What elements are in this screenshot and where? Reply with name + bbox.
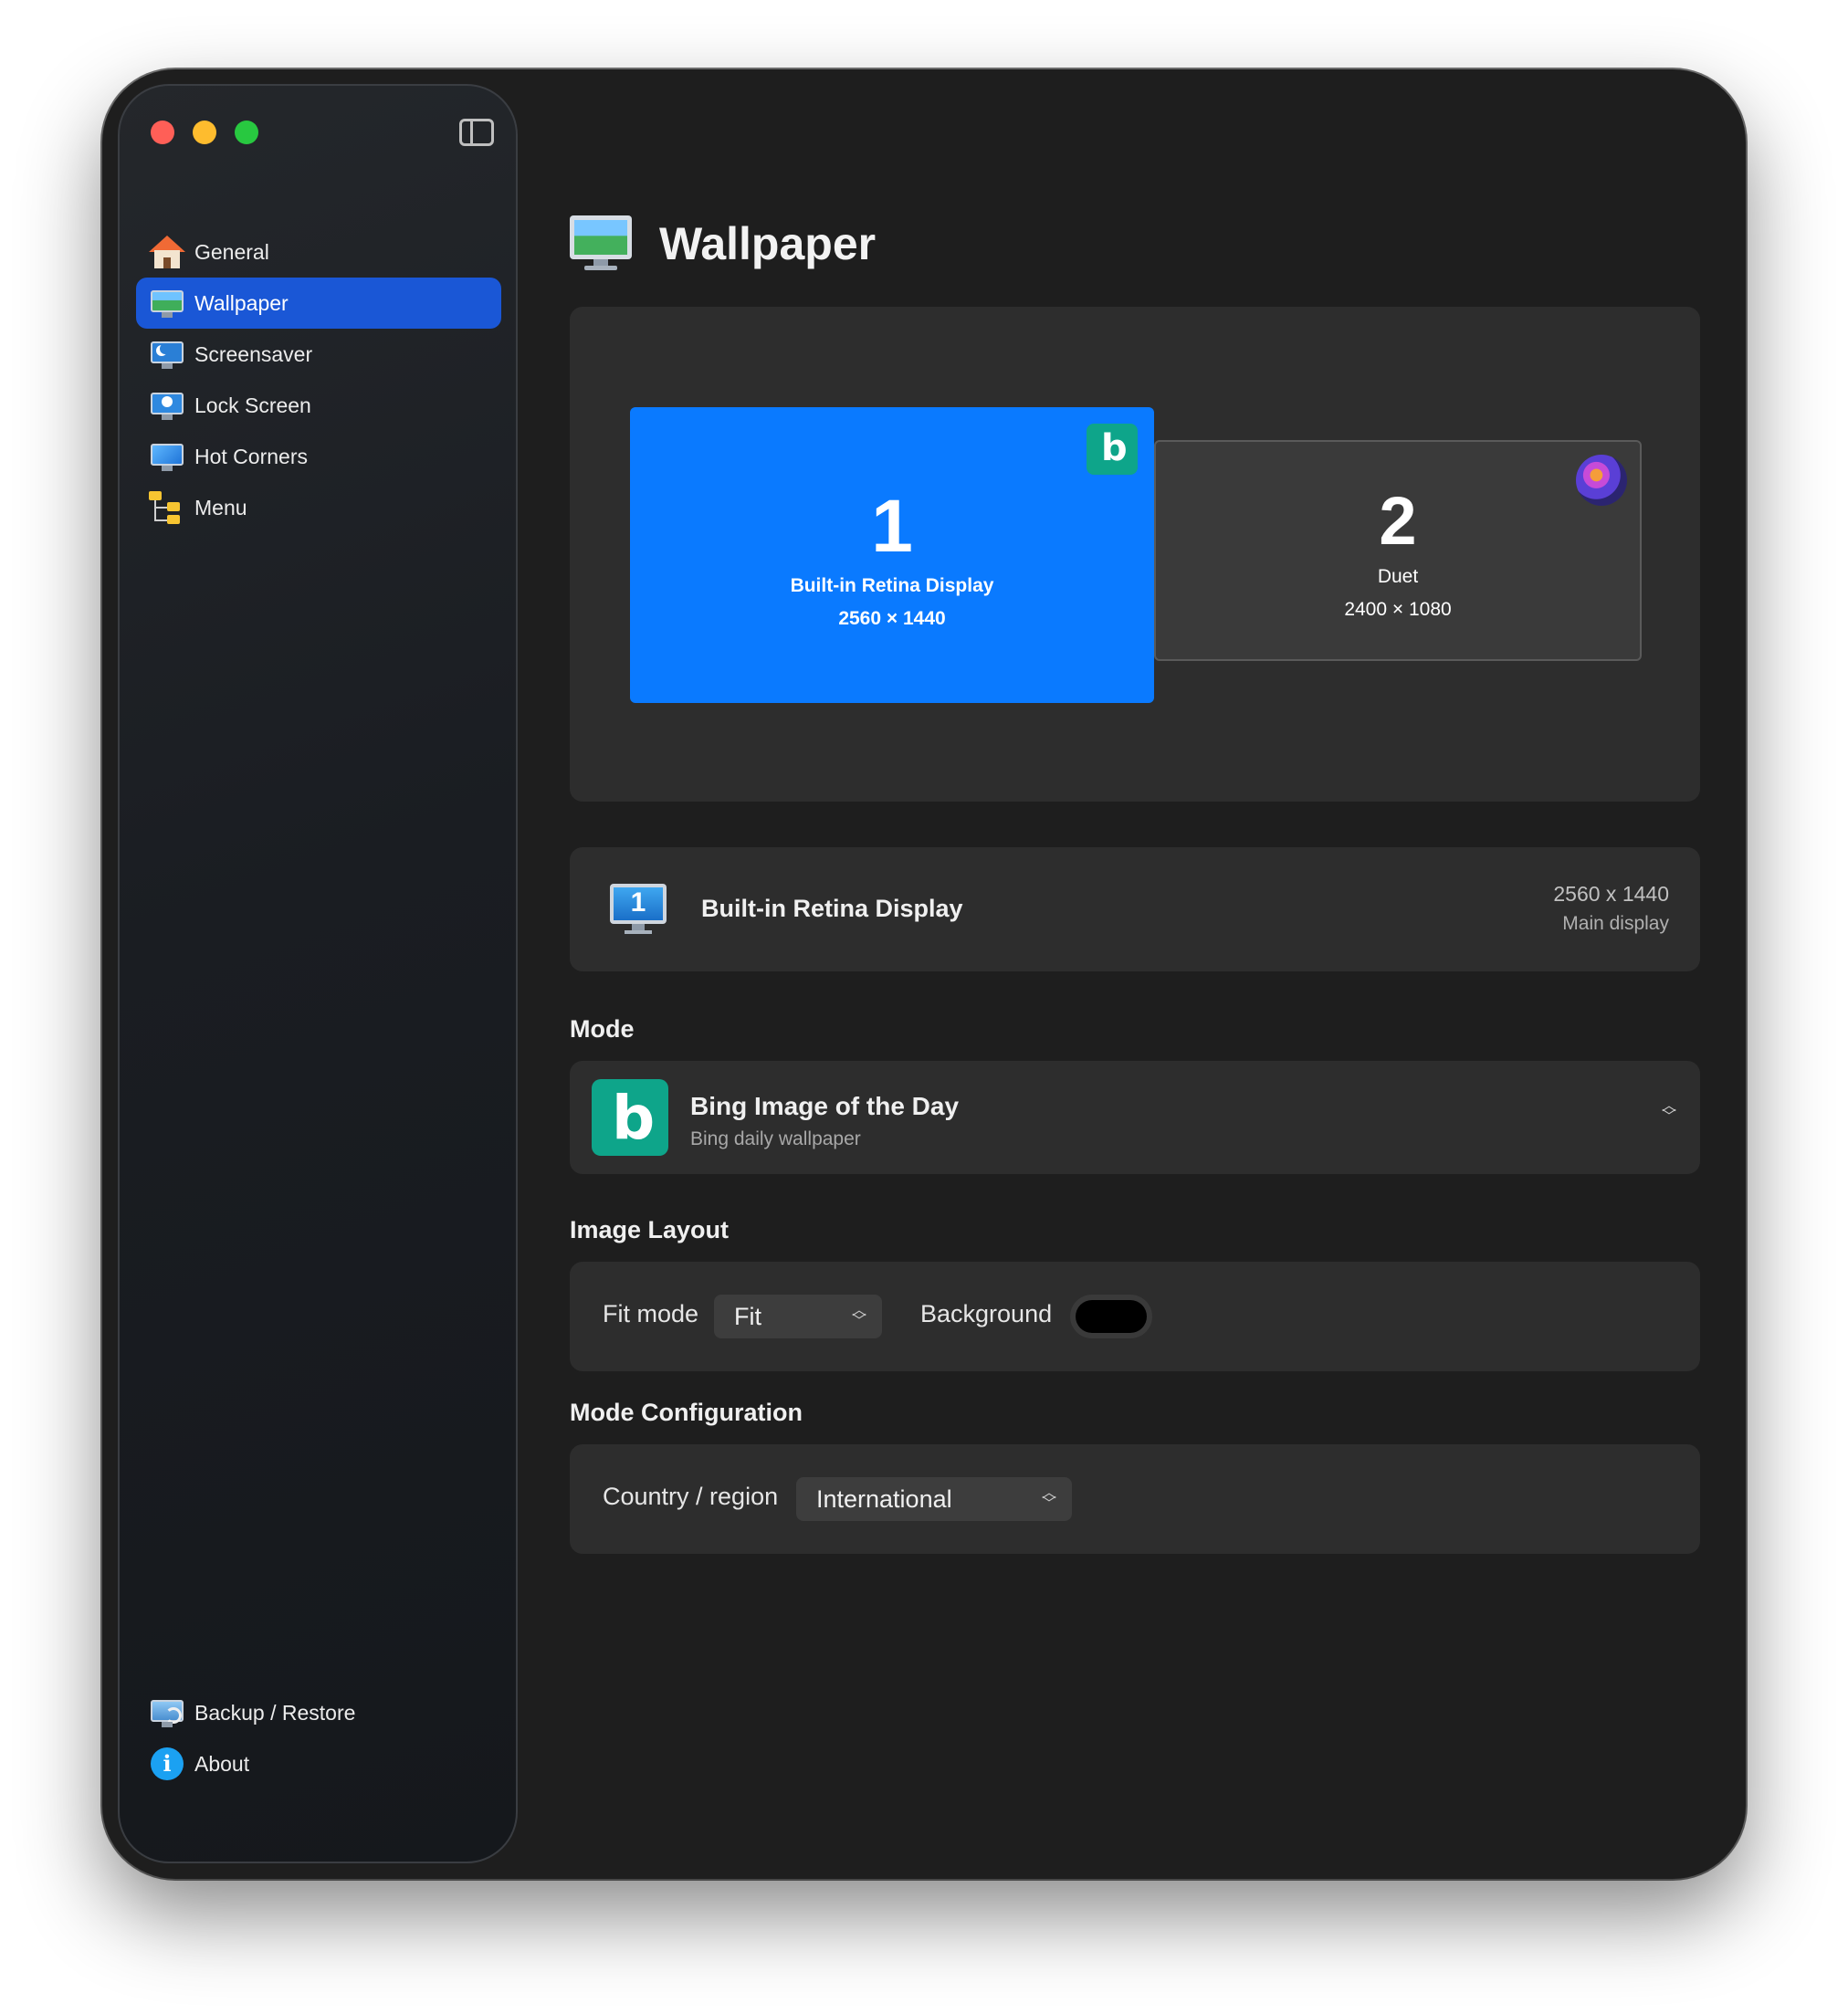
info-icon: i bbox=[149, 1746, 185, 1782]
wallpaper-monitor-icon bbox=[570, 215, 632, 272]
sidebar-item-lock-screen[interactable]: Lock Screen bbox=[136, 380, 501, 431]
sidebar: General Wallpaper Screensaver Lock Scree… bbox=[118, 84, 518, 1863]
display-1-monitor-icon: 1 bbox=[610, 884, 667, 935]
mode-configuration-section-label: Mode Configuration bbox=[570, 1399, 803, 1426]
galaxy-icon bbox=[1576, 455, 1627, 506]
display-number: 2 bbox=[1379, 483, 1417, 559]
sidebar-item-wallpaper[interactable]: Wallpaper bbox=[136, 278, 501, 329]
mode-title: Bing Image of the Day bbox=[690, 1092, 960, 1120]
country-region-select[interactable]: International ︿ ﹀ bbox=[796, 1477, 1072, 1521]
country-region-value: International bbox=[816, 1485, 952, 1513]
display-tile-2[interactable]: 2 Duet 2400 × 1080 bbox=[1154, 440, 1642, 661]
sidebar-nav: General Wallpaper Screensaver Lock Scree… bbox=[136, 226, 501, 533]
sidebar-item-label: Wallpaper bbox=[194, 290, 289, 315]
sidebar-item-label: Backup / Restore bbox=[194, 1700, 356, 1725]
display-tile-1[interactable]: b 1 Built-in Retina Display 2560 × 1440 bbox=[630, 407, 1154, 703]
image-layout-section-label: Image Layout bbox=[570, 1216, 730, 1243]
toggle-sidebar-icon[interactable] bbox=[459, 119, 494, 146]
fit-mode-value: Fit bbox=[734, 1303, 761, 1330]
chevron-up-down-icon: ︿ ﹀ bbox=[1661, 1098, 1676, 1125]
sidebar-bottom-nav: Backup / Restore i About bbox=[136, 1687, 501, 1789]
sidebar-item-label: General bbox=[194, 239, 269, 264]
mode-subtitle: Bing daily wallpaper bbox=[690, 1128, 861, 1149]
sidebar-item-menu[interactable]: Menu bbox=[136, 482, 501, 533]
display-resolution: 2560 x 1440 bbox=[1553, 882, 1669, 906]
sidebar-item-backup-restore[interactable]: Backup / Restore bbox=[136, 1687, 501, 1738]
menu-folders-icon bbox=[149, 489, 185, 526]
country-region-label: Country / region bbox=[603, 1483, 779, 1510]
display-resolution: 2400 × 1080 bbox=[1344, 599, 1452, 620]
sidebar-item-label: Screensaver bbox=[194, 341, 313, 366]
sidebar-item-label: About bbox=[194, 1751, 250, 1776]
page-title: Wallpaper bbox=[659, 218, 877, 269]
mode-section-label: Mode bbox=[570, 1015, 635, 1043]
settings-window: General Wallpaper Screensaver Lock Scree… bbox=[102, 69, 1746, 1879]
backup-restore-icon bbox=[149, 1694, 185, 1731]
sidebar-item-about[interactable]: i About bbox=[136, 1738, 501, 1789]
sidebar-item-label: Lock Screen bbox=[194, 393, 311, 417]
zoom-window-button[interactable] bbox=[235, 121, 258, 144]
display-name: Duet bbox=[1377, 566, 1419, 587]
minimize-window-button[interactable] bbox=[193, 121, 216, 144]
sidebar-item-screensaver[interactable]: Screensaver bbox=[136, 329, 501, 380]
image-layout-panel: Fit mode Fit ︿ ﹀ Background bbox=[570, 1262, 1700, 1371]
background-color-well[interactable] bbox=[1070, 1295, 1152, 1338]
bing-icon: b bbox=[592, 1079, 668, 1156]
close-window-button[interactable] bbox=[151, 121, 174, 144]
display-number: 1 bbox=[871, 485, 913, 568]
sidebar-item-label: Menu bbox=[194, 495, 247, 519]
main-content: Wallpaper b 1 Built-in Retina Display 25… bbox=[570, 69, 1711, 1879]
mode-configuration-panel: Country / region International ︿ ﹀ bbox=[570, 1444, 1700, 1554]
sidebar-item-hot-corners[interactable]: Hot Corners bbox=[136, 431, 501, 482]
sidebar-item-label: Hot Corners bbox=[194, 444, 308, 468]
display-resolution: 2560 × 1440 bbox=[838, 608, 946, 629]
bing-icon: b bbox=[1087, 424, 1138, 475]
chevron-up-down-icon: ︿ ﹀ bbox=[851, 1303, 866, 1329]
mode-selector[interactable]: b Bing Image of the Day Bing daily wallp… bbox=[570, 1061, 1700, 1174]
chevron-up-down-icon: ︿ ﹀ bbox=[1041, 1485, 1056, 1512]
lock-screen-icon bbox=[149, 387, 185, 424]
fit-mode-select[interactable]: Fit ︿ ﹀ bbox=[714, 1295, 882, 1338]
display-role: Main display bbox=[1562, 913, 1669, 934]
display-arrangement: b 1 Built-in Retina Display 2560 × 1440 … bbox=[570, 307, 1700, 802]
page-header: Wallpaper bbox=[570, 215, 876, 272]
display-title: Built-in Retina Display bbox=[701, 895, 963, 922]
screensaver-moon-icon bbox=[149, 336, 185, 372]
hot-corners-icon bbox=[149, 438, 185, 475]
house-icon bbox=[149, 234, 185, 270]
sidebar-item-general[interactable]: General bbox=[136, 226, 501, 278]
wallpaper-monitor-icon bbox=[149, 285, 185, 321]
background-label: Background bbox=[920, 1300, 1053, 1327]
selected-display-row: 1 Built-in Retina Display 2560 x 1440 Ma… bbox=[570, 847, 1700, 971]
fit-mode-label: Fit mode bbox=[603, 1300, 699, 1327]
display-name: Built-in Retina Display bbox=[790, 575, 994, 596]
